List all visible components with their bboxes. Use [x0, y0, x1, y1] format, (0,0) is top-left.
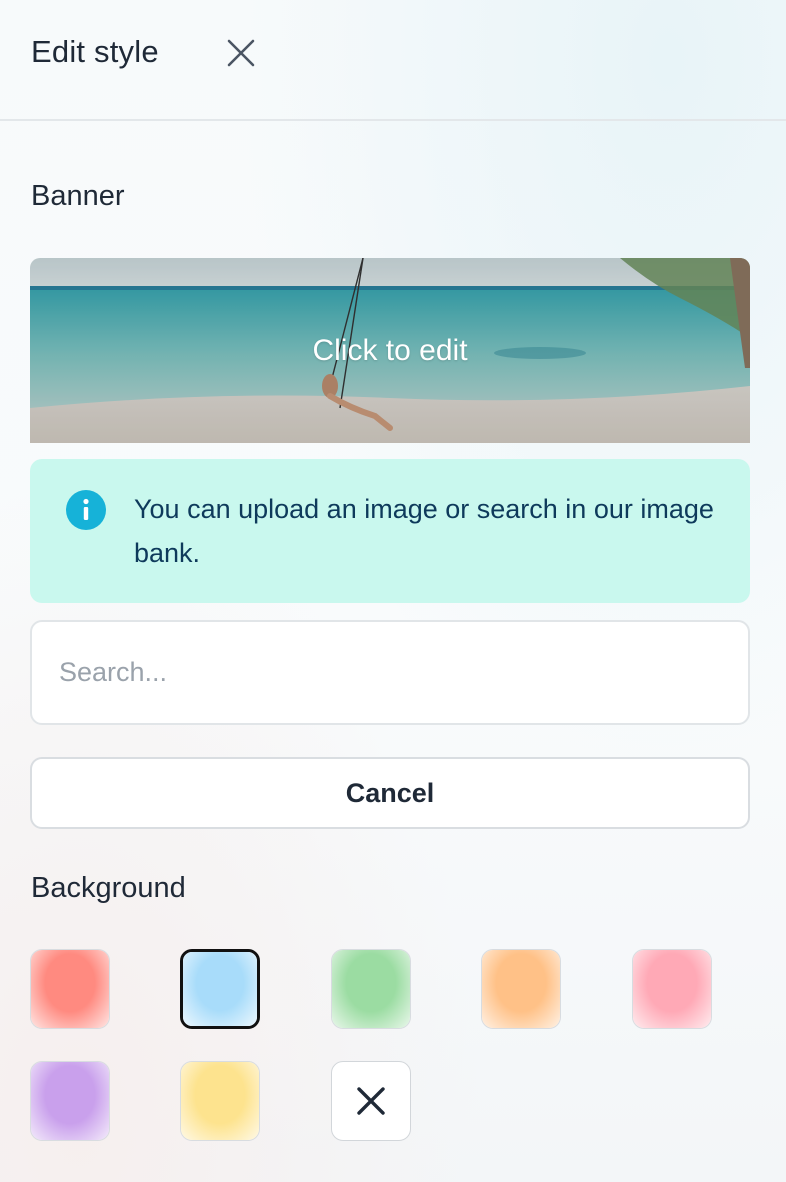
banner-image[interactable]: Click to edit	[30, 258, 750, 443]
swatch-fill	[31, 950, 109, 1028]
swatch-fill	[183, 952, 257, 1026]
swatch-orange[interactable]	[481, 949, 561, 1029]
swatch-fill	[31, 1062, 109, 1140]
swatch-fill	[181, 1062, 259, 1140]
banner-edit-label: Click to edit	[312, 333, 468, 367]
panel-header: Edit style	[0, 0, 786, 121]
swatch-fill	[482, 950, 560, 1028]
swatch-yellow[interactable]	[180, 1061, 260, 1141]
close-icon	[227, 39, 255, 67]
no-background-button[interactable]	[331, 1061, 411, 1141]
swatch-fill	[332, 950, 410, 1028]
cancel-button[interactable]: Cancel	[30, 757, 750, 829]
swatch-fill	[633, 950, 711, 1028]
swatch-red[interactable]	[30, 949, 110, 1029]
swatch-green[interactable]	[331, 949, 411, 1029]
info-icon	[66, 490, 106, 530]
search-input[interactable]	[30, 620, 750, 725]
swatch-pink[interactable]	[632, 949, 712, 1029]
x-icon	[357, 1087, 385, 1115]
swatch-purple[interactable]	[30, 1061, 110, 1141]
info-text: You can upload an image or search in our…	[134, 494, 714, 568]
close-button[interactable]	[222, 34, 260, 72]
info-callout: You can upload an image or search in our…	[30, 459, 750, 603]
swatch-blue[interactable]	[180, 949, 260, 1029]
background-section-label: Background	[31, 872, 186, 904]
banner-section-label: Banner	[31, 180, 125, 212]
panel-title: Edit style	[31, 34, 159, 69]
